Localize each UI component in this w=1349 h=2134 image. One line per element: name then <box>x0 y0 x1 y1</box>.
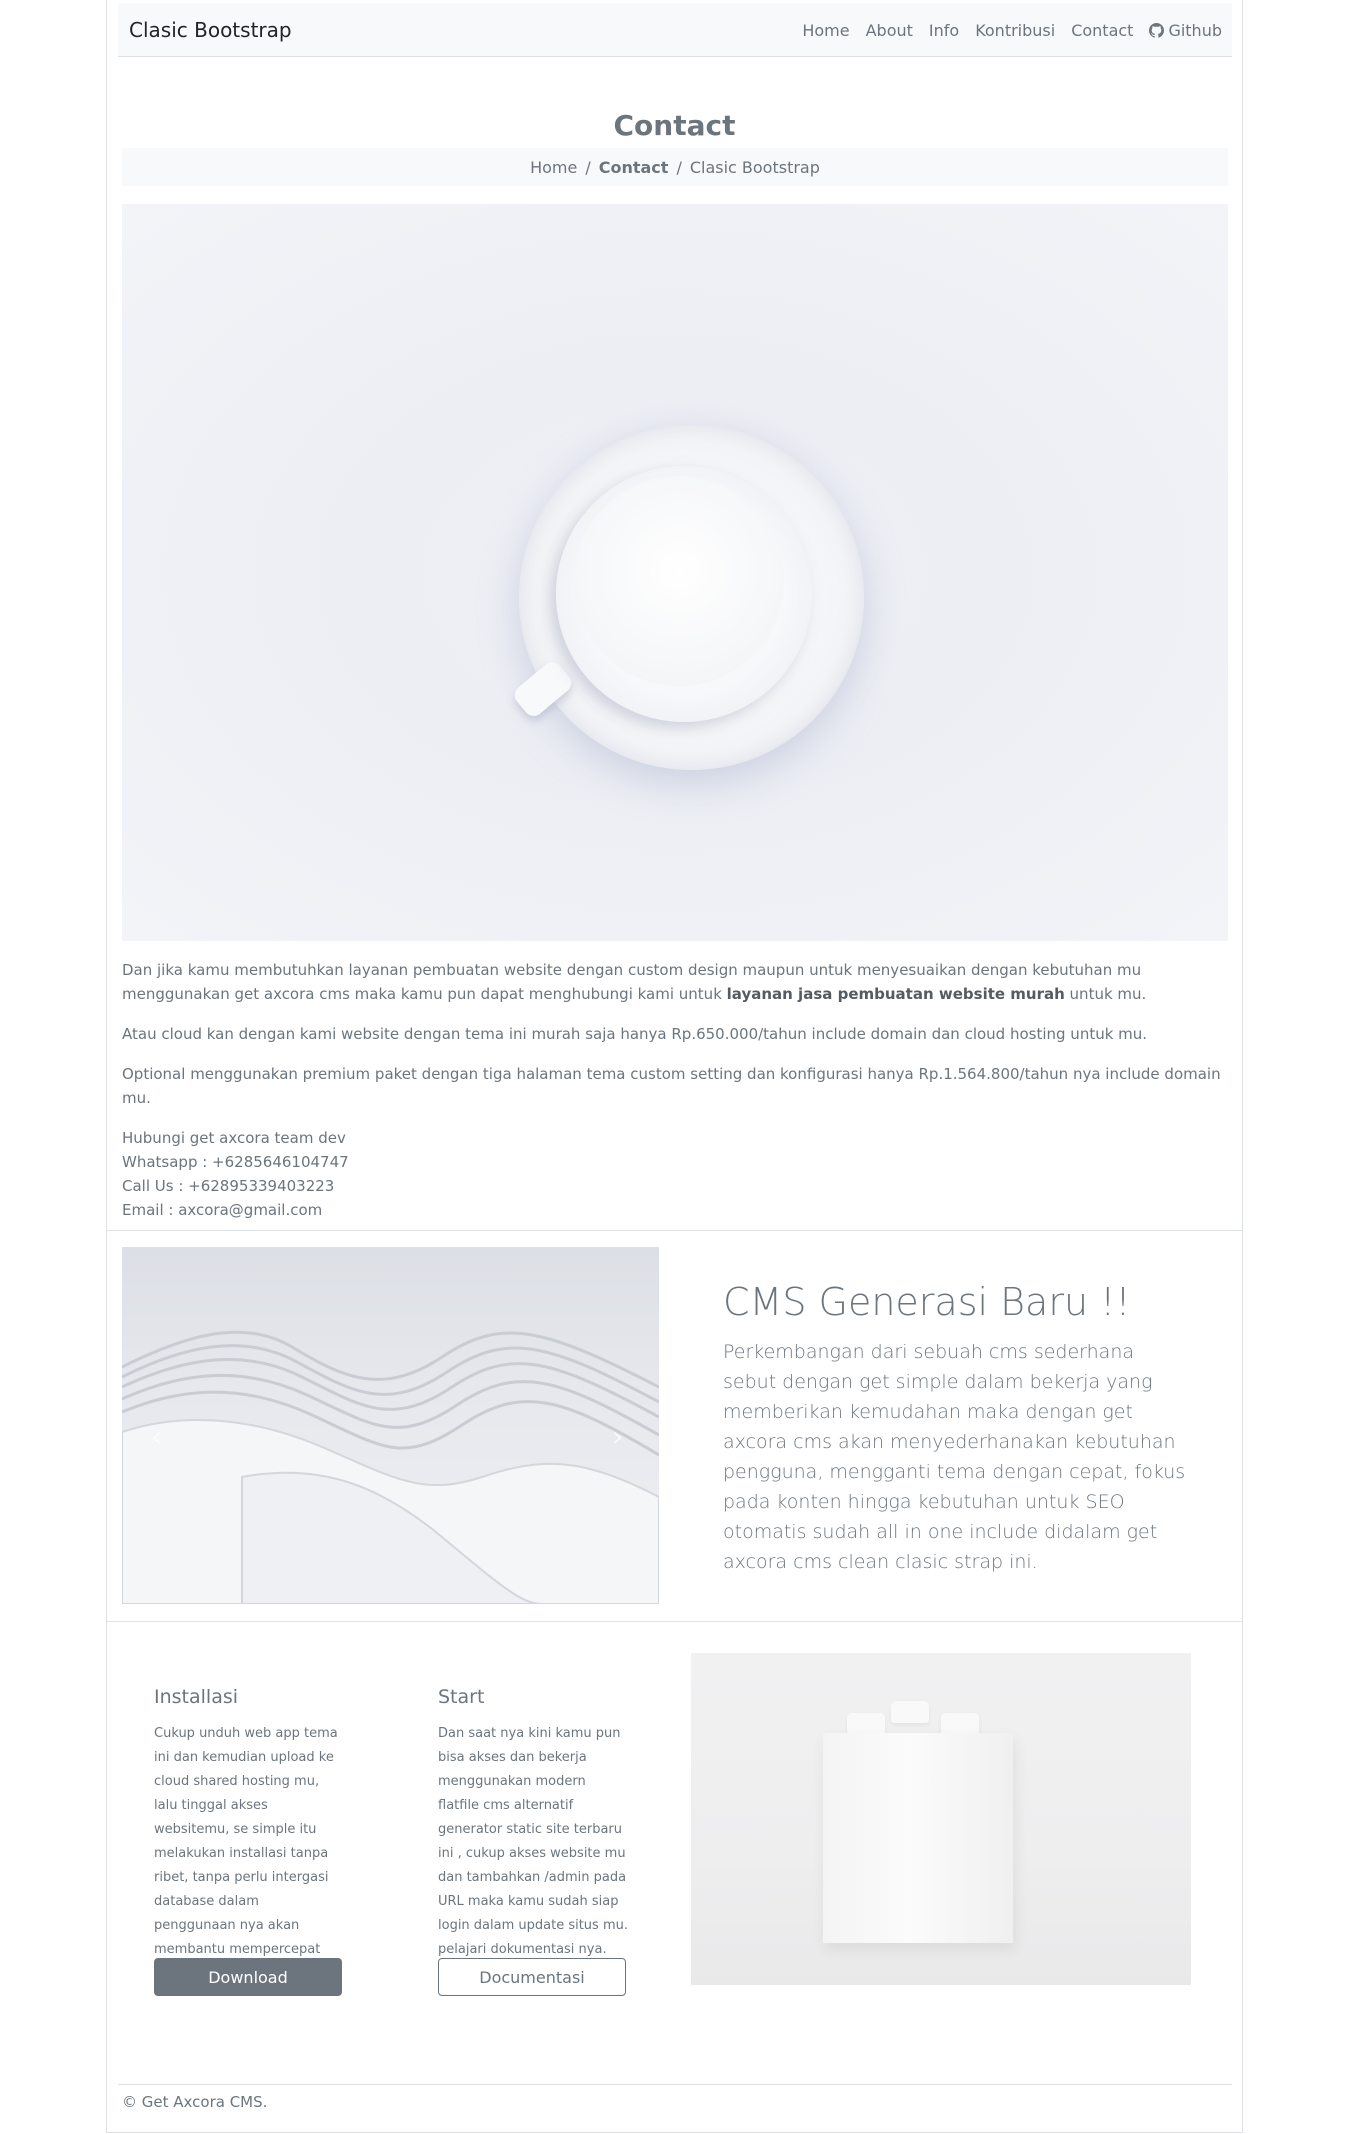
promo-body: Perkembangan dari sebuah cms sederhana s… <box>723 1341 1186 1573</box>
nav-github-label: Github <box>1168 21 1222 40</box>
content-paragraph-1: Dan jika kamu membutuhkan layanan pembua… <box>122 961 1147 1003</box>
carousel-image-waves <box>122 1247 659 1604</box>
waves-graphic <box>122 1330 659 1604</box>
feature-title: Start <box>438 1686 485 1708</box>
stud-shape <box>891 1701 929 1723</box>
navbar: Clasic Bootstrap Home About Info Kontrib… <box>118 3 1232 57</box>
divider <box>107 1621 1242 1622</box>
hero-image-coffee-cup <box>122 204 1228 941</box>
nav-home[interactable]: Home <box>802 21 849 40</box>
nav-links: Home About Info Kontribusi Contact Githu… <box>802 21 1222 40</box>
nav-info[interactable]: Info <box>929 21 959 40</box>
feature-text: Cukup unduh web app tema ini dan kemudia… <box>154 1726 338 1981</box>
feature-installasi: Installasi Cukup unduh web app tema ini … <box>154 1686 344 1986</box>
navbar-brand[interactable]: Clasic Bootstrap <box>129 18 292 42</box>
stud-shape <box>847 1713 885 1735</box>
nav-about[interactable]: About <box>866 21 913 40</box>
contact-heading: Hubungi get axcora team dev <box>122 1129 346 1147</box>
breadcrumb-contact[interactable]: Contact <box>599 158 669 177</box>
chevron-right-icon[interactable]: › <box>612 1420 623 1453</box>
nav-github[interactable]: Github <box>1149 21 1222 40</box>
page-title: Contact <box>613 108 736 142</box>
breadcrumb-current: Clasic Bootstrap <box>689 157 820 177</box>
bold-highlight: layanan jasa pembuatan website murah <box>726 985 1065 1003</box>
content-paragraph-2: Atau cloud kan dengan kami website denga… <box>122 1025 1148 1043</box>
breadcrumb: Home / Contact / Clasic Bootstrap <box>122 148 1228 186</box>
content-text: Dan jika kamu membutuhkan layanan pembua… <box>122 958 1228 1222</box>
footer-divider <box>118 2084 1232 2085</box>
feature-text: Dan saat nya kini kamu pun bisa akses da… <box>438 1726 628 1957</box>
feature-title: Installasi <box>154 1686 239 1708</box>
download-button[interactable]: Download <box>154 1958 342 1996</box>
nav-contact[interactable]: Contact <box>1071 21 1133 40</box>
github-icon <box>1149 23 1165 38</box>
cup-inner-shape <box>574 476 784 686</box>
contact-block: Hubungi get axcora team dev Whatsapp : +… <box>122 1126 1228 1222</box>
brick-shape <box>823 1733 1013 1943</box>
feature-start: Start Dan saat nya kini kamu pun bisa ak… <box>438 1686 628 1962</box>
page-container: Clasic Bootstrap Home About Info Kontrib… <box>106 0 1243 2133</box>
footer-copyright: © Get Axcora CMS. <box>122 2093 268 2111</box>
breadcrumb-home[interactable]: Home <box>530 158 577 177</box>
stud-shape <box>941 1713 979 1735</box>
documentation-button[interactable]: Documentasi <box>438 1958 626 1996</box>
promo-title: CMS Generasi Baru !! <box>723 1280 1131 1324</box>
chevron-left-icon[interactable]: ‹ <box>151 1420 162 1453</box>
contact-email: Email : axcora@gmail.com <box>122 1201 323 1219</box>
breadcrumb-separator: / <box>585 157 591 177</box>
divider <box>107 1230 1242 1231</box>
nav-kontribusi[interactable]: Kontribusi <box>975 21 1055 40</box>
contact-call: Call Us : +62895339403223 <box>122 1177 335 1195</box>
lego-brick-image <box>691 1653 1191 1985</box>
content-paragraph-3: Optional menggunakan premium paket denga… <box>122 1065 1221 1107</box>
contact-whatsapp: Whatsapp : +6285646104747 <box>122 1153 349 1171</box>
breadcrumb-separator: / <box>676 157 682 177</box>
